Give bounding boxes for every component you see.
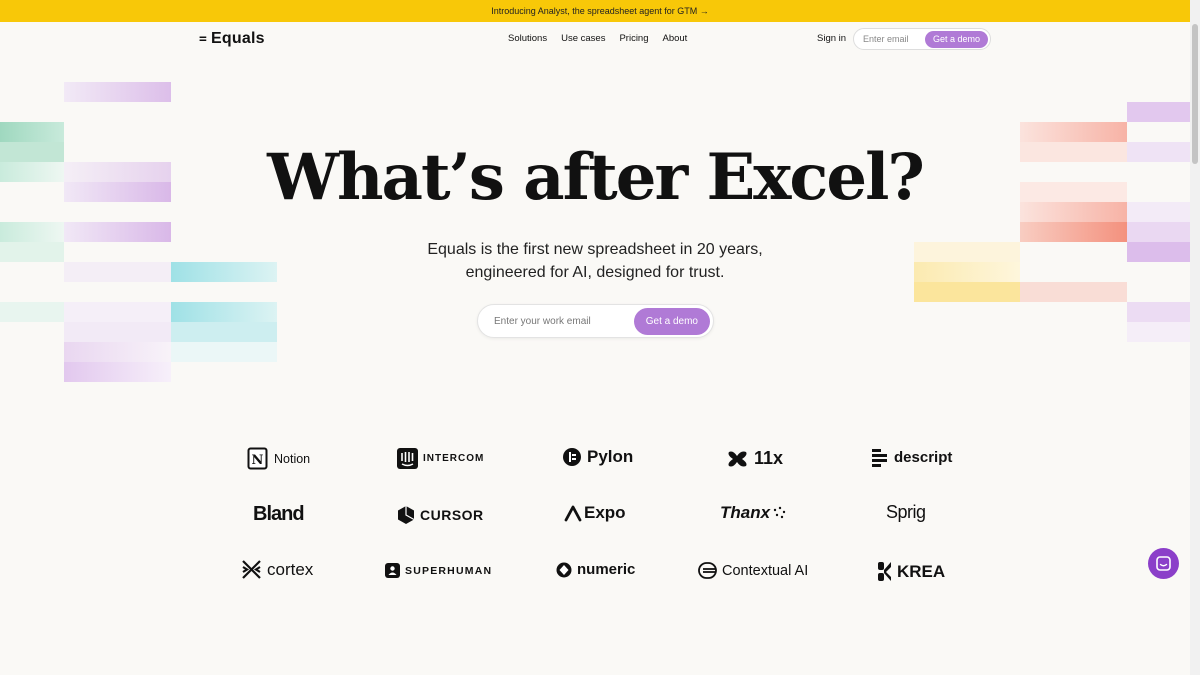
cortex-logo: cortex	[241, 559, 313, 580]
contextual-ai-logo: Contextual AI	[698, 561, 808, 580]
hero-subtitle-line-1: Equals is the first new spreadsheet in 2…	[427, 241, 763, 258]
nav-link-solutions[interactable]: Solutions	[508, 33, 547, 44]
nav-link-pricing[interactable]: Pricing	[619, 33, 648, 44]
pylon-logo: Pylon	[562, 447, 633, 467]
contextual-ai-label: Contextual AI	[722, 562, 809, 579]
thanx-logo: Thanx	[720, 503, 787, 523]
expo-label: Expo	[584, 503, 626, 522]
top-nav: = Equals Solutions Use cases Pricing Abo…	[0, 22, 1190, 56]
cursor-logo: CURSOR	[397, 505, 484, 525]
cortex-icon	[242, 560, 261, 579]
sprig-label: Sprig	[886, 502, 926, 522]
nav-demo-form: Enter email Get a demo	[853, 28, 991, 50]
sprig-logo: Sprig	[886, 502, 926, 523]
cursor-label: CURSOR	[420, 507, 484, 523]
pylon-icon	[563, 448, 581, 466]
descript-label: descript	[894, 448, 953, 466]
hero-subtitle: Equals is the first new spreadsheet in 2…	[0, 238, 1190, 284]
notion-icon: N	[247, 447, 268, 470]
numeric-label: numeric	[577, 561, 636, 578]
thanx-label: Thanx	[720, 503, 771, 522]
nav-link-use-cases[interactable]: Use cases	[561, 33, 605, 44]
pylon-label: Pylon	[587, 447, 634, 466]
svg-text:N: N	[252, 453, 264, 468]
krea-icon	[878, 562, 891, 581]
sign-in-link[interactable]: Sign in	[817, 33, 846, 44]
bland-label: Bland	[253, 503, 305, 525]
scrollbar-thumb[interactable]	[1192, 24, 1198, 164]
nav-email-input[interactable]: Enter email	[854, 34, 925, 44]
11x-icon	[728, 451, 747, 466]
superhuman-logo: SUPERHUMAN	[385, 563, 492, 578]
notion-label: Notion	[274, 452, 311, 466]
hero-subtitle-line-2: engineered for AI, designed for trust.	[465, 264, 725, 281]
nav-link-about[interactable]: About	[663, 33, 688, 44]
contextual-ai-icon	[698, 562, 717, 579]
intercom-label: INTERCOM	[423, 453, 485, 464]
numeric-icon	[556, 562, 572, 577]
descript-logo: descript	[871, 447, 952, 467]
expo-icon	[564, 505, 582, 522]
announcement-banner[interactable]: Introducing Analyst, the spreadsheet age…	[0, 0, 1200, 22]
nav-get-demo-button[interactable]: Get a demo	[924, 30, 988, 48]
superhuman-label: SUPERHUMAN	[405, 564, 493, 577]
nav-links: Solutions Use cases Pricing About	[508, 33, 687, 44]
descript-icon	[872, 449, 887, 467]
logo-text: Equals	[211, 30, 265, 47]
intercom-icon	[397, 448, 418, 469]
numeric-logo: numeric	[556, 561, 635, 578]
krea-logo: KREA	[877, 561, 945, 582]
bland-logo: Bland	[253, 503, 305, 526]
hero-title: What’s after Excel?	[267, 140, 925, 215]
hero-get-demo-button[interactable]: Get a demo	[633, 307, 710, 335]
krea-label: KREA	[897, 561, 946, 581]
chat-launcher-button[interactable]	[1148, 548, 1179, 579]
cursor-icon	[398, 506, 415, 524]
notion-logo: N Notion	[247, 447, 310, 471]
sparkle-icon	[773, 506, 786, 519]
banner-text[interactable]: Introducing Analyst, the spreadsheet age…	[491, 6, 709, 16]
equals-logo[interactable]: = Equals	[199, 30, 265, 48]
hero-demo-form: Enter your work email Get a demo	[477, 304, 714, 338]
work-email-input[interactable]: Enter your work email	[478, 316, 634, 327]
intercom-logo: INTERCOM	[397, 448, 484, 469]
chat-icon	[1156, 556, 1171, 571]
expo-logo: Expo	[564, 503, 626, 523]
11x-label: 11x	[754, 448, 784, 468]
superhuman-icon	[385, 563, 400, 578]
11x-logo: 11x	[727, 448, 783, 469]
cortex-label: cortex	[267, 559, 314, 579]
logo-mark-icon: =	[199, 31, 208, 47]
